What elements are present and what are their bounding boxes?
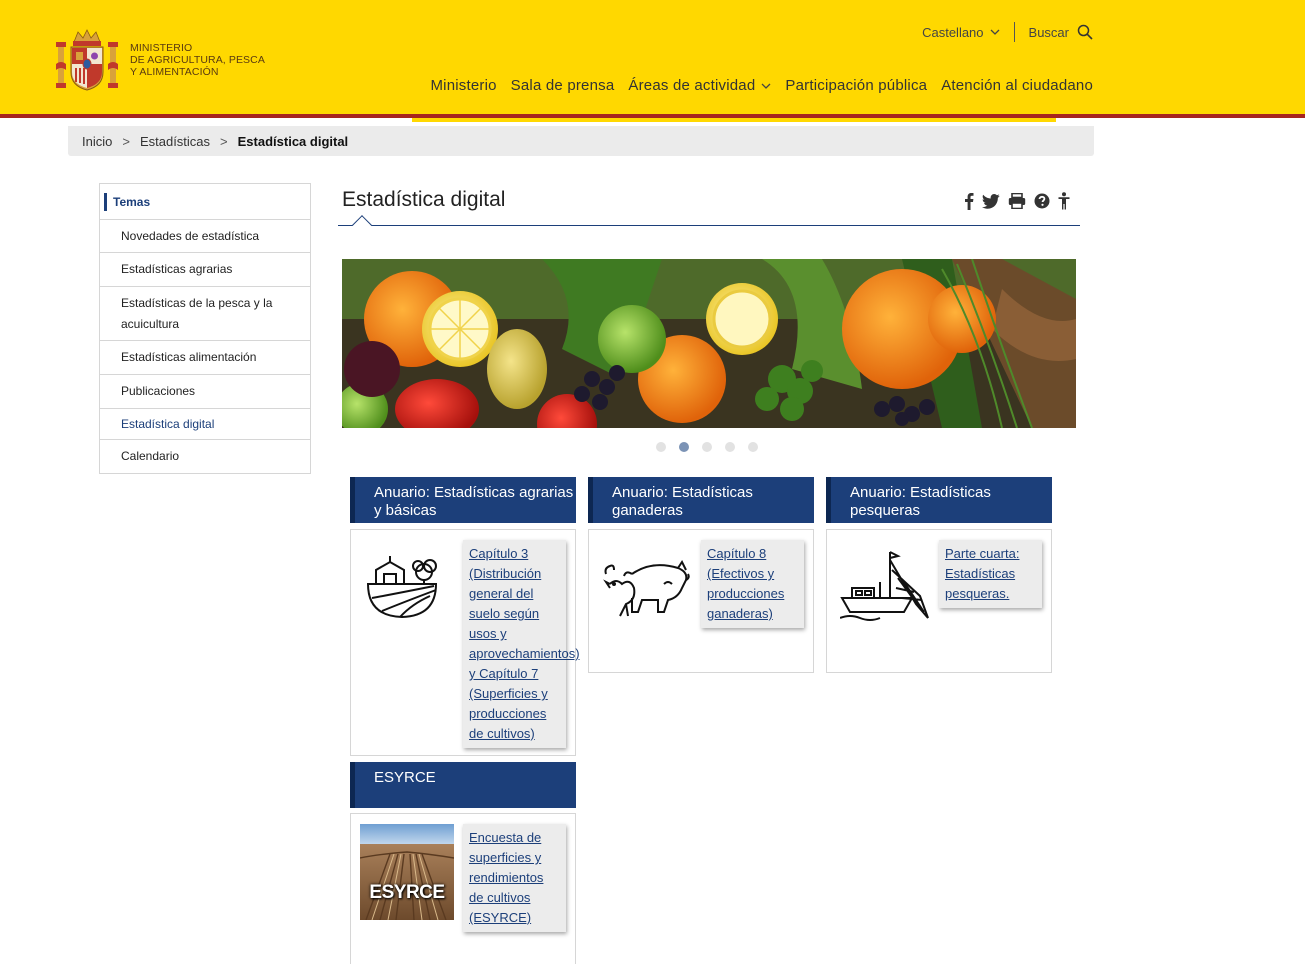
sidebar-item-publicaciones[interactable]: Publicaciones (100, 375, 310, 409)
breadcrumb-item-estadisticas[interactable]: Estadísticas (140, 134, 210, 149)
page-title-bar: Estadística digital (338, 183, 1080, 235)
chevron-down-icon (990, 29, 999, 35)
carousel-dot[interactable] (702, 442, 712, 452)
nav-item-participacion-publica[interactable]: Participación pública (785, 77, 927, 94)
card-link-agrarias[interactable]: Capítulo 3 (Distribución general del sue… (469, 546, 580, 741)
sidebar-item-label: Estadística digital (121, 416, 215, 431)
esyrce-landscape-image (360, 824, 454, 920)
title-notch (352, 215, 372, 235)
nav-label: Atención al ciudadano (941, 77, 1093, 94)
carousel-dot[interactable] (748, 442, 758, 452)
logo-line: Y ALIMENTACIÓN (130, 66, 219, 78)
sidebar-item-agrarias[interactable]: Estadísticas agrarias (100, 253, 310, 287)
card-title: Anuario: Estadísticas agrarias y básicas (374, 484, 574, 519)
carousel-dots (656, 442, 758, 452)
hero-carousel-image[interactable] (342, 259, 1076, 428)
card-ganaderas: Capítulo 8 (Efectivos y producciones gan… (588, 529, 814, 673)
farm-field-icon (366, 556, 438, 619)
search-label: Buscar (1028, 24, 1069, 40)
sidebar-item-novedades[interactable]: Novedades de estadística (100, 220, 310, 253)
search-button[interactable]: Buscar (1015, 24, 1093, 40)
twitter-icon[interactable] (982, 193, 1000, 209)
nav-label: Participación pública (785, 77, 928, 94)
carousel-dot-active[interactable] (679, 442, 689, 452)
fishing-boat-icon (840, 551, 929, 621)
card-title: ESYRCE (374, 769, 436, 786)
site-header: MINISTERIO DE AGRICULTURA, PESCA Y ALIME… (0, 0, 1305, 118)
language-selector[interactable]: Castellano (922, 22, 1015, 42)
sidebar-item-label: Novedades de estadística (121, 228, 260, 243)
card-header-ganaderas: Anuario: Estadísticas ganaderas (588, 477, 814, 523)
card-header-agrarias: Anuario: Estadísticas agrarias y básicas (350, 477, 576, 523)
chevron-down-icon (761, 83, 771, 89)
card-agrarias: Capítulo 3 (Distribución general del sue… (350, 529, 580, 756)
utility-bar: Castellano Buscar (922, 22, 1093, 42)
logo-line: DE AGRICULTURA, PESCA (130, 54, 265, 66)
card-title: Anuario: Estadísticas pesqueras (850, 484, 991, 519)
card-link-box: Capítulo 8 (Efectivos y producciones gan… (701, 540, 804, 628)
nav-label: Sala de prensa (510, 77, 615, 94)
nav-item-sala-de-prensa[interactable]: Sala de prensa (511, 77, 615, 94)
share-toolbar (964, 192, 1070, 210)
card-link-box: Encuesta de superficies y rendimientos d… (463, 824, 566, 932)
livestock-icon (603, 560, 690, 617)
accessibility-icon[interactable] (1058, 192, 1070, 210)
sidebar-item-label: Estadísticas alimentación (121, 350, 257, 364)
nav-label: Ministerio (430, 77, 497, 94)
card-link-ganaderas[interactable]: Capítulo 8 (Efectivos y producciones gan… (707, 546, 784, 621)
breadcrumb-item-inicio[interactable]: Inicio (82, 134, 112, 149)
sidebar-item-label: Estadísticas de la pesca y la acuicultur… (121, 295, 273, 331)
nav-label: Áreas de actividad (628, 77, 756, 94)
carousel-dot[interactable] (656, 442, 666, 452)
sidebar-header-marker (104, 192, 107, 211)
card-esyrce: ESYRCE Encuesta de superficies y rendimi… (350, 813, 576, 964)
card-link-pesqueras[interactable]: Parte cuarta: Estadísticas pesqueras. (945, 546, 1019, 601)
breadcrumb-separator: > (220, 133, 228, 149)
sidebar-item-calendario[interactable]: Calendario (100, 440, 310, 473)
esyrce-image: ESYRCE (360, 824, 454, 920)
page-title: Estadística digital (342, 188, 506, 211)
sidebar-item-label: Estadísticas agrarias (121, 262, 233, 276)
logo-line: MINISTERIO (130, 42, 193, 54)
vegetables-fruits-image (342, 259, 1076, 428)
card-header-esyrce: ESYRCE (350, 762, 576, 808)
card-title: Anuario: Estadísticas ganaderas (612, 484, 753, 519)
help-icon[interactable] (1034, 193, 1050, 209)
coat-of-arms-icon (56, 29, 118, 91)
sidebar-item-alimentacion[interactable]: Estadísticas alimentación (100, 341, 310, 375)
sidebar-header: Temas (100, 184, 310, 220)
print-icon[interactable] (1008, 193, 1026, 209)
language-label: Castellano (922, 24, 984, 40)
card-header-pesqueras: Anuario: Estadísticas pesqueras (826, 477, 1052, 523)
card-link-box: Capítulo 3 (Distribución general del sue… (463, 540, 580, 748)
main-navigation: Ministerio Sala de prensa Áreas de activ… (430, 77, 1093, 94)
header-accent-bar (412, 118, 1056, 122)
card-pesqueras: Parte cuarta: Estadísticas pesqueras. (826, 529, 1052, 673)
sidebar-item-label: Calendario (121, 449, 180, 463)
sidebar-item-estadistica-digital[interactable]: Estadística digital (100, 409, 310, 440)
card-link-esyrce[interactable]: Encuesta de superficies y rendimientos d… (469, 830, 543, 925)
breadcrumb: Inicio > Estadísticas > Estadística digi… (68, 126, 1094, 156)
nav-item-areas-de-actividad[interactable]: Áreas de actividad (628, 77, 771, 94)
nav-item-atencion-al-ciudadano[interactable]: Atención al ciudadano (941, 77, 1093, 94)
carousel-dot[interactable] (725, 442, 735, 452)
ministry-name: MINISTERIO DE AGRICULTURA, PESCA Y ALIME… (130, 42, 265, 78)
search-icon (1077, 24, 1093, 40)
nav-item-ministerio[interactable]: Ministerio (430, 77, 496, 94)
card-link-box: Parte cuarta: Estadísticas pesqueras. (939, 540, 1042, 608)
esyrce-image-label: ESYRCE (369, 882, 445, 903)
facebook-icon[interactable] (964, 192, 974, 210)
breadcrumb-current: Estadística digital (237, 133, 349, 149)
ministry-logo[interactable]: MINISTERIO DE AGRICULTURA, PESCA Y ALIME… (56, 28, 265, 92)
sidebar-menu: Temas Novedades de estadística Estadísti… (99, 183, 311, 474)
sidebar-title: Temas (113, 194, 151, 209)
breadcrumb-separator: > (122, 133, 130, 149)
sidebar-item-label: Publicaciones (121, 384, 196, 398)
sidebar-item-pesca[interactable]: Estadísticas de la pesca y la acuicultur… (100, 287, 310, 341)
